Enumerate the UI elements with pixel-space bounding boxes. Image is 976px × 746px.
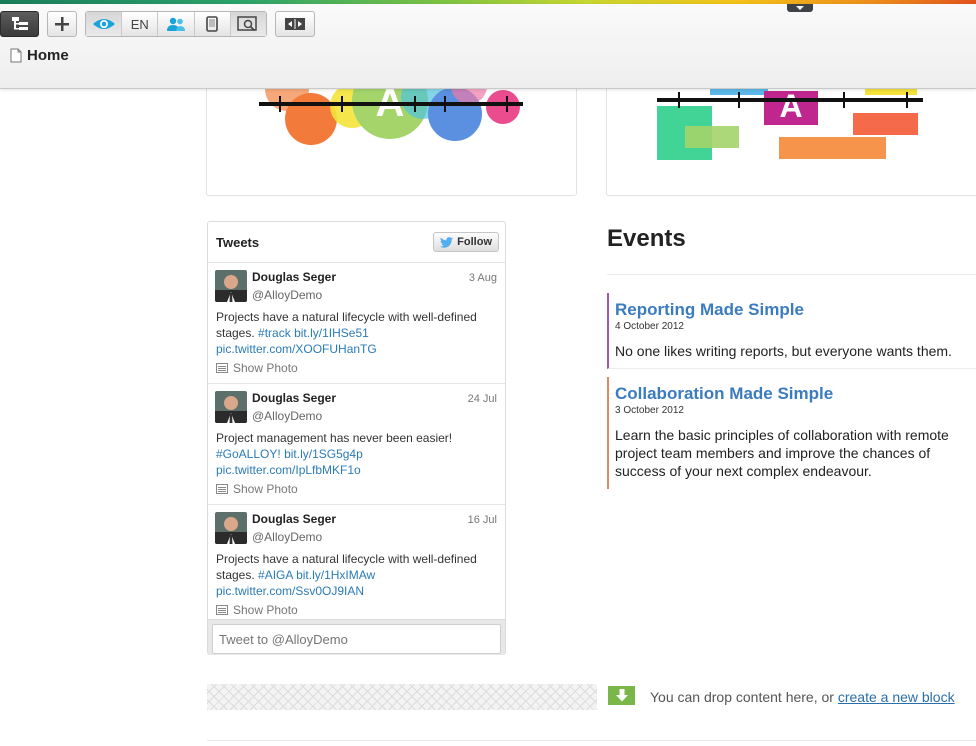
language-label: EN — [130, 16, 149, 32]
event-date: 4 October 2012 — [615, 321, 684, 332]
event-item: Reporting Made Simple 4 October 2012 No … — [607, 293, 976, 369]
tree-icon — [11, 17, 28, 30]
follow-label: Follow — [457, 236, 492, 248]
tweet-text: Projects have a natural lifecycle with w… — [216, 551, 501, 599]
tweet-author-handle[interactable]: @AlloyDemo — [252, 409, 322, 423]
avatar-image — [215, 512, 247, 544]
event-item: Collaboration Made Simple 3 October 2012… — [607, 377, 976, 489]
show-photo-label: Show Photo — [233, 482, 298, 496]
tweet-hashtag[interactable]: #track — [258, 326, 291, 340]
breadcrumb-home[interactable]: Home — [27, 47, 69, 64]
tweet-hashtag[interactable]: #AIGA — [258, 568, 293, 582]
show-photo-button[interactable]: Show Photo — [216, 361, 298, 375]
page-icon — [10, 48, 22, 63]
avatar[interactable] — [215, 270, 247, 302]
bottom-divider — [207, 740, 976, 741]
tweet-item: Douglas Seger @AlloyDemo 3 Aug Projects … — [208, 262, 505, 383]
avatar-image — [215, 391, 247, 423]
tweet-item: Douglas Seger @AlloyDemo 24 Jul Project … — [208, 383, 505, 504]
tweet-short-link[interactable]: bit.ly/1SG5g4p — [284, 447, 363, 461]
show-photo-button[interactable]: Show Photo — [216, 603, 298, 617]
tweet-pic-link[interactable]: pic.twitter.com/XOOFUHanTG — [216, 342, 377, 356]
photo-icon — [216, 363, 228, 373]
event-title-link[interactable]: Collaboration Made Simple — [615, 384, 976, 404]
tweet-pic-link[interactable]: pic.twitter.com/Ssv0OJ9IAN — [216, 584, 364, 598]
preview-icon — [237, 16, 258, 32]
compare-icon — [285, 18, 305, 30]
follow-button[interactable]: Follow — [433, 232, 499, 252]
compare-button[interactable] — [275, 11, 315, 37]
tweet-author-handle[interactable]: @AlloyDemo — [252, 288, 322, 302]
toolbar-toggle-button[interactable] — [787, 4, 813, 12]
arrow-down-icon — [615, 689, 628, 702]
tweet-short-link[interactable]: bit.ly/1HxIMAw — [296, 568, 375, 582]
tweet-author-name[interactable]: Douglas Seger — [252, 512, 336, 526]
tweet-author-name[interactable]: Douglas Seger — [252, 391, 336, 405]
tweet-text-content: Project management has never been easier… — [216, 431, 453, 445]
photo-icon — [216, 484, 228, 494]
view-options-group: EN — [85, 11, 267, 37]
twitter-widget-header: Tweets Follow — [208, 222, 505, 262]
tweet-author-name[interactable]: Douglas Seger — [252, 270, 336, 284]
drop-zone-label: You can drop content here, or — [650, 689, 834, 705]
svg-text:A: A — [779, 88, 802, 124]
show-photo-label: Show Photo — [233, 603, 298, 617]
events-divider — [607, 274, 976, 275]
language-button[interactable]: EN — [122, 12, 159, 36]
tweet-date[interactable]: 16 Jul — [468, 514, 497, 526]
show-photo-label: Show Photo — [233, 361, 298, 375]
tweet-compose-input[interactable] — [212, 624, 501, 654]
event-date: 3 October 2012 — [615, 405, 684, 416]
avatar-image — [215, 270, 247, 302]
photo-icon — [216, 605, 228, 615]
edit-toolbar: EN Home — [0, 4, 976, 89]
event-description: Learn the basic principles of collaborat… — [615, 427, 949, 479]
event-description: No one likes writing reports, but everyo… — [615, 343, 952, 359]
breadcrumb: Home — [10, 47, 69, 64]
preview-mode-button[interactable] — [86, 12, 123, 36]
visitor-groups-button[interactable] — [158, 12, 195, 36]
mobile-icon — [206, 16, 219, 32]
tweet-date[interactable]: 24 Jul — [468, 393, 497, 405]
twitter-bird-icon — [440, 236, 454, 248]
drop-arrow-icon — [608, 686, 635, 705]
tweet-author-handle[interactable]: @AlloyDemo — [252, 530, 322, 544]
event-title-link[interactable]: Reporting Made Simple — [615, 300, 976, 320]
view-settings-button[interactable] — [230, 12, 267, 36]
tweet-text: Projects have a natural lifecycle with w… — [216, 309, 501, 357]
tweet-date[interactable]: 3 Aug — [469, 272, 497, 284]
chevron-down-icon — [796, 6, 804, 10]
device-preview-button[interactable] — [195, 12, 231, 36]
tweet-short-link[interactable]: bit.ly/1IHSe51 — [294, 326, 369, 340]
eye-icon — [92, 19, 115, 29]
tweet-compose-area — [208, 619, 505, 655]
add-icon — [55, 17, 69, 31]
twitter-widget: Tweets Follow Douglas Seger @AlloyDemo 3… — [207, 221, 506, 655]
tweet-item: Douglas Seger @AlloyDemo 16 Jul Projects… — [208, 504, 505, 625]
tweet-text: Project management has never been easier… — [216, 430, 501, 478]
create-new-block-link[interactable]: create a new block — [838, 689, 955, 705]
drop-zone-text: You can drop content here, or create a n… — [650, 689, 955, 705]
avatar[interactable] — [215, 391, 247, 423]
tweet-pic-link[interactable]: pic.twitter.com/IpLfbMKF1o — [216, 463, 361, 477]
page-tree-button[interactable] — [0, 11, 39, 37]
show-photo-button[interactable]: Show Photo — [216, 482, 298, 496]
tweet-hashtag[interactable]: #GoALLOY! — [216, 447, 281, 461]
events-heading: Events — [607, 225, 686, 252]
users-icon — [167, 17, 185, 31]
content-drop-area[interactable] — [207, 684, 597, 710]
twitter-widget-title: Tweets — [216, 234, 260, 250]
add-content-button[interactable] — [47, 11, 77, 37]
avatar[interactable] — [215, 512, 247, 544]
